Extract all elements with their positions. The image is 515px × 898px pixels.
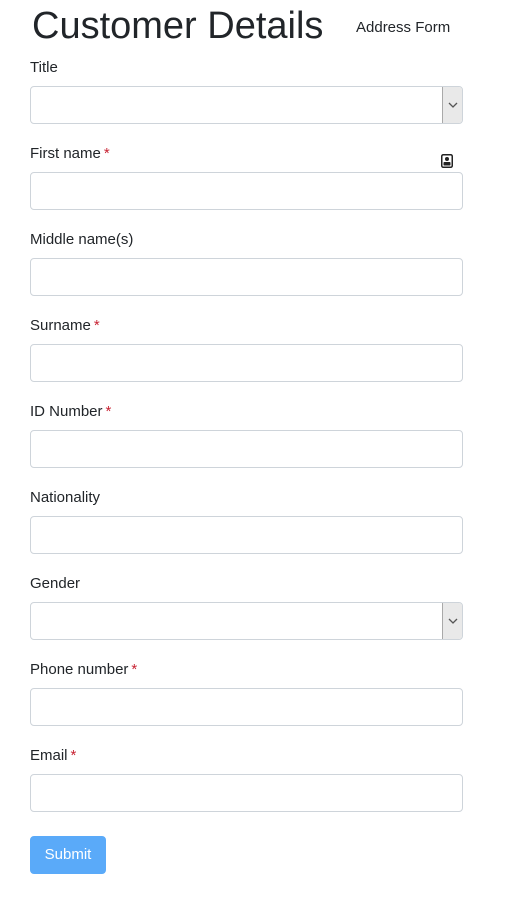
required-marker: * [70, 747, 77, 764]
surname-label: Surname * [30, 317, 100, 334]
field-first-name: First name * [30, 142, 463, 228]
phone-number-label: Phone number * [30, 661, 138, 678]
customer-details-page: Customer Details Address Form Title Firs… [30, 0, 463, 874]
page-header: Customer Details Address Form [30, 0, 463, 56]
field-title: Title [30, 56, 463, 142]
field-surname: Surname * [30, 314, 463, 400]
first-name-input[interactable] [30, 172, 463, 210]
first-name-label: First name * [30, 145, 110, 162]
address-form-link[interactable]: Address Form [356, 18, 450, 38]
field-phone-number: Phone number * [30, 658, 463, 744]
id-number-label: ID Number * [30, 403, 112, 420]
chevron-down-icon[interactable] [442, 603, 462, 639]
nationality-input[interactable] [30, 516, 463, 554]
required-marker: * [105, 403, 112, 420]
submit-button[interactable]: Submit [30, 836, 106, 874]
title-select[interactable] [30, 86, 463, 124]
nationality-label: Nationality [30, 489, 101, 506]
surname-input[interactable] [30, 344, 463, 382]
required-marker: * [93, 317, 100, 334]
chevron-down-icon[interactable] [442, 87, 462, 123]
title-label: Title [30, 59, 58, 76]
required-marker: * [131, 661, 138, 678]
field-middle-names: Middle name(s) [30, 228, 463, 314]
field-gender: Gender [30, 572, 463, 658]
field-email: Email * [30, 744, 463, 830]
id-number-input[interactable] [30, 430, 463, 468]
field-nationality: Nationality [30, 486, 463, 572]
page-title: Customer Details [32, 5, 324, 47]
email-label: Email * [30, 747, 77, 764]
contact-card-icon[interactable] [441, 154, 453, 168]
customer-form: Title First name * Middle name(s) Surname… [30, 56, 463, 830]
field-id-number: ID Number * [30, 400, 463, 486]
gender-label: Gender [30, 575, 81, 592]
middle-names-label: Middle name(s) [30, 231, 134, 248]
email-input[interactable] [30, 774, 463, 812]
gender-select[interactable] [30, 602, 463, 640]
required-marker: * [103, 145, 110, 162]
phone-number-input[interactable] [30, 688, 463, 726]
middle-names-input[interactable] [30, 258, 463, 296]
